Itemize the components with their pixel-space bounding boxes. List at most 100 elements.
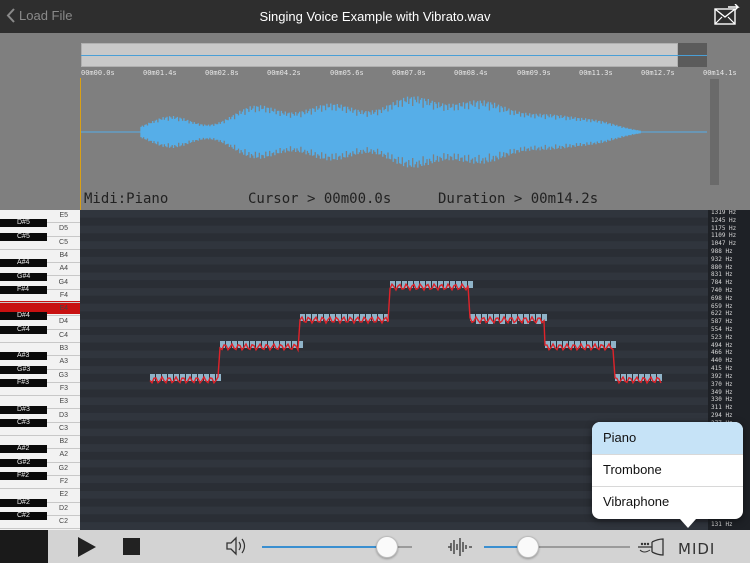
waveform-sensitivity-icon (448, 538, 472, 556)
black-key[interactable]: G#2 (0, 458, 47, 467)
cursor-readout: Cursor > 00m00.0s (248, 191, 392, 207)
roll-row (80, 225, 708, 234)
white-key-label: G4 (58, 278, 68, 286)
roll-row (80, 311, 708, 320)
roll-row (80, 303, 708, 312)
white-key-label: G2 (58, 464, 68, 472)
instrument-menu: Piano Trombone Vibraphone (592, 422, 743, 528)
frequency-label: 622 Hz (711, 310, 733, 318)
roll-row (80, 381, 708, 390)
sensitivity-slider-knob[interactable] (516, 536, 539, 558)
black-key[interactable]: F#3 (0, 378, 47, 387)
roll-row (80, 319, 708, 328)
trumpet-icon[interactable] (636, 538, 664, 556)
white-key-label: E4 (59, 305, 68, 313)
black-key[interactable]: A#3 (0, 352, 47, 361)
piano-keyboard[interactable]: E5 D5 C5 B4 A4 G4 F4 E4 D4 C4 B3 A3 G3 F3 E3 D3 C3 B2 A2 G2… (0, 210, 80, 530)
white-key-label: F2 (59, 478, 68, 485)
waveform-panel[interactable]: 00m00.0s 00m01.4s 00m02.8s 00m04.2s 00m0… (0, 33, 750, 210)
sensitivity-slider[interactable] (484, 536, 630, 558)
white-key-label: B3 (59, 345, 68, 352)
volume-slider[interactable] (262, 536, 412, 558)
white-key-label: B4 (59, 251, 68, 259)
black-key-label: D#2 (17, 498, 30, 506)
frequency-label: 392 Hz (711, 372, 733, 380)
time-tick: 00m14.1s (703, 69, 737, 77)
white-key-label: A4 (59, 265, 68, 273)
frequency-label: 294 Hz (711, 411, 733, 419)
instrument-readout: Midi:Piano (84, 191, 169, 207)
black-key[interactable]: F#4 (0, 285, 47, 294)
roll-row (80, 389, 708, 398)
black-key[interactable]: F#2 (0, 472, 47, 480)
frequency-label: 740 Hz (711, 287, 733, 295)
black-key-label: G#3 (17, 365, 31, 373)
black-key-label: D#5 (17, 219, 30, 227)
vertical-scrollbar[interactable] (710, 79, 719, 185)
roll-row (80, 522, 708, 530)
black-key[interactable]: G#3 (0, 365, 47, 374)
black-key-label: F#2 (17, 472, 30, 479)
roll-row (80, 272, 708, 281)
frequency-label: 1109 Hz (711, 232, 737, 240)
frequency-label: 415 Hz (711, 365, 733, 373)
black-key[interactable]: D#2 (0, 498, 47, 507)
waveform-envelope (140, 96, 641, 168)
black-key[interactable]: D#5 (0, 219, 47, 228)
volume-slider-knob[interactable] (375, 536, 398, 558)
frequency-label: 932 Hz (711, 255, 733, 263)
time-tick: 00m04.2s (267, 69, 301, 77)
roll-row (80, 405, 708, 413)
black-key[interactable]: C#2 (0, 511, 47, 520)
black-key[interactable]: C#5 (0, 232, 47, 241)
instrument-option-trombone[interactable]: Trombone (592, 454, 743, 486)
white-key-label: C3 (59, 424, 68, 432)
share-mail-icon[interactable] (714, 4, 740, 28)
roll-row (80, 217, 708, 226)
frequency-label: 494 Hz (711, 341, 733, 349)
frequency-label: 1175 Hz (711, 224, 737, 232)
title-bar: Load File Singing Voice Example with Vib… (0, 0, 750, 33)
file-title: Singing Voice Example with Vibrato.wav (259, 9, 491, 24)
black-key-label: C#3 (17, 418, 30, 426)
instrument-option-vibraphone[interactable]: Vibraphone (592, 486, 743, 518)
white-key-label: A2 (59, 451, 68, 459)
black-key[interactable]: A#2 (0, 445, 47, 454)
black-key[interactable]: C#3 (0, 418, 47, 427)
sensitivity-slider-track (527, 546, 630, 548)
white-key-label: F3 (59, 384, 68, 392)
overview-waveform-line (81, 55, 707, 56)
white-key-label: D2 (59, 504, 68, 512)
black-key[interactable]: A#4 (0, 259, 47, 268)
frequency-label: 1319 Hz (711, 210, 737, 216)
instrument-option-piano[interactable]: Piano (592, 422, 743, 454)
frequency-label: 988 Hz (711, 248, 733, 256)
black-key-label: C#5 (17, 232, 30, 240)
frequency-label: 831 Hz (711, 271, 733, 279)
white-key-label: D5 (59, 225, 68, 233)
play-icon[interactable] (78, 537, 96, 557)
white-key-label: A3 (59, 358, 68, 366)
detected-note-block (611, 341, 616, 348)
keyboard-scroll-area[interactable] (0, 530, 48, 563)
frequency-label: 440 Hz (711, 357, 733, 365)
black-key-label: D#3 (17, 405, 30, 413)
black-key[interactable]: C#4 (0, 325, 47, 334)
popover-arrow (680, 519, 696, 528)
frequency-label: 330 Hz (711, 396, 733, 404)
black-key-label: C#4 (17, 325, 30, 333)
info-bar: Midi:Piano Cursor > 00m00.0s Duration > … (80, 188, 720, 210)
black-key-label: F#4 (17, 285, 30, 293)
time-tick: 00m11.3s (579, 69, 613, 77)
stop-icon[interactable] (123, 538, 140, 555)
black-key[interactable]: D#4 (0, 312, 47, 321)
duration-readout: Duration > 00m14.2s (438, 191, 599, 207)
midi-icon[interactable]: MIDI (678, 537, 714, 558)
black-key[interactable]: D#3 (0, 405, 47, 414)
frequency-label: 311 Hz (711, 404, 733, 412)
roll-row (80, 256, 708, 265)
white-key-label: E2 (59, 491, 68, 499)
frequency-label: 349 Hz (711, 388, 733, 396)
black-key[interactable]: G#4 (0, 272, 47, 281)
white-key-label: F4 (59, 291, 68, 299)
